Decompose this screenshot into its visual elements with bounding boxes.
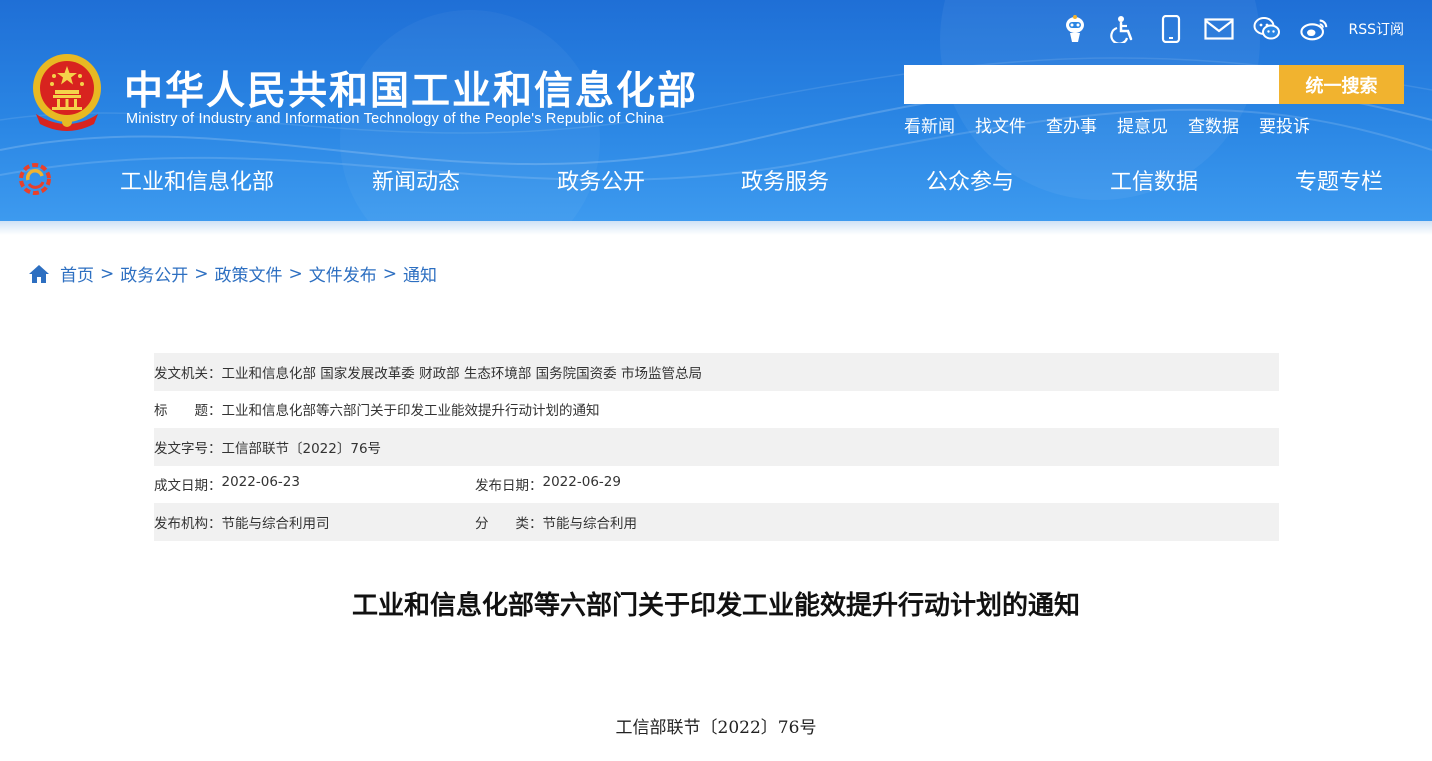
document-info-table: 发文机关： 工业和信息化部 国家发展改革委 财政部 生态环境部 国务院国资委 市…: [154, 353, 1279, 541]
breadcrumb-gov-affairs[interactable]: 政务公开: [120, 261, 188, 286]
breadcrumb-separator: >: [288, 263, 303, 284]
site-title: 中华人民共和国工业和信息化部: [124, 69, 699, 114]
robot-assistant-icon[interactable]: [1060, 14, 1090, 44]
quick-links: 看新闻 找文件 查办事 提意见 查数据 要投诉: [904, 112, 1310, 137]
article-doc-number: 工信部联节〔2022〕76号: [615, 718, 817, 738]
home-icon[interactable]: [28, 263, 50, 285]
info-row-title: 标 题： 工业和信息化部等六部门关于印发工业能效提升行动计划的通知: [154, 391, 1279, 429]
info-row-issuer: 发文机关： 工业和信息化部 国家发展改革委 财政部 生态环境部 国务院国资委 市…: [154, 353, 1279, 391]
weibo-icon[interactable]: [1300, 14, 1330, 44]
breadcrumb-home[interactable]: 首页: [60, 261, 94, 286]
search-button[interactable]: 统一搜索: [1279, 65, 1404, 104]
nav-item-ministry[interactable]: 工业和信息化部: [120, 164, 372, 196]
quick-link-news[interactable]: 看新闻: [904, 112, 955, 137]
ministry-logo-icon[interactable]: [18, 162, 52, 196]
accessibility-icon[interactable]: [1108, 14, 1138, 44]
org-value: 节能与综合利用司: [221, 515, 330, 532]
nav-item-topics[interactable]: 专题专栏: [1295, 164, 1383, 196]
quick-link-documents[interactable]: 找文件: [975, 112, 1026, 137]
breadcrumb-separator: >: [194, 263, 209, 284]
breadcrumb-policy-docs[interactable]: 政策文件: [215, 261, 283, 286]
rss-subscribe-link[interactable]: RSS订阅: [1348, 19, 1404, 39]
top-utility-bar: RSS订阅: [1060, 12, 1404, 46]
breadcrumb-notice[interactable]: 通知: [403, 261, 437, 286]
title-label: 标 题：: [154, 403, 222, 420]
quick-link-services[interactable]: 查办事: [1046, 112, 1097, 137]
category-value: 节能与综合利用: [542, 515, 638, 532]
issuer-label: 发文机关：: [154, 365, 222, 382]
category-label: 分 类：: [475, 515, 543, 532]
article-title: 工业和信息化部等六部门关于印发工业能效提升行动计划的通知: [351, 591, 1080, 621]
nav-item-news[interactable]: 新闻动态: [372, 164, 557, 196]
breadcrumb-doc-release[interactable]: 文件发布: [309, 261, 377, 286]
quick-link-data[interactable]: 查数据: [1188, 112, 1239, 137]
nav-item-services[interactable]: 政务服务: [741, 164, 926, 196]
quick-link-feedback[interactable]: 提意见: [1117, 112, 1168, 137]
mail-icon[interactable]: [1204, 14, 1235, 44]
search-bar: 统一搜索: [904, 65, 1404, 104]
org-label: 发布机构：: [154, 515, 222, 532]
title-value: 工业和信息化部等六部门关于印发工业能效提升行动计划的通知: [221, 403, 600, 420]
created-date-label: 成文日期：: [154, 478, 222, 495]
wechat-icon[interactable]: [1252, 14, 1282, 44]
national-emblem-icon: [33, 54, 101, 131]
breadcrumb-separator: >: [100, 263, 115, 284]
site-subtitle: Ministry of Industry and Information Tec…: [126, 111, 664, 127]
info-row-org: 发布机构： 节能与综合利用司 分 类： 节能与综合利用: [154, 503, 1279, 541]
published-date-label: 发布日期：: [475, 478, 543, 495]
issuer-value: 工业和信息化部 国家发展改革委 财政部 生态环境部 国务院国资委 市场监管总局: [221, 365, 702, 382]
published-date-value: 2022-06-29: [542, 474, 621, 491]
site-header: 中华人民共和国工业和信息化部 Ministry of Industry and …: [0, 0, 1432, 221]
breadcrumb: 首页 > 政务公开 > 政策文件 > 文件发布 > 通知: [28, 261, 437, 286]
info-row-docno: 发文字号： 工信部联节〔2022〕76号: [154, 428, 1279, 466]
quick-link-complaint[interactable]: 要投诉: [1259, 112, 1310, 137]
docno-label: 发文字号：: [154, 440, 222, 457]
created-date-value: 2022-06-23: [221, 474, 300, 491]
docno-value: 工信部联节〔2022〕76号: [221, 440, 382, 457]
nav-item-gov-affairs[interactable]: 政务公开: [557, 164, 741, 196]
nav-item-data[interactable]: 工信数据: [1110, 164, 1295, 196]
breadcrumb-separator: >: [382, 263, 397, 284]
mobile-icon[interactable]: [1156, 14, 1186, 44]
info-row-dates: 成文日期： 2022-06-23 发布日期： 2022-06-29: [154, 466, 1279, 504]
nav-item-participation[interactable]: 公众参与: [926, 164, 1110, 196]
main-nav: 工业和信息化部 新闻动态 政务公开 政务服务 公众参与 工信数据 专题专栏: [120, 164, 1383, 196]
search-input[interactable]: [904, 65, 1279, 104]
header-shadow: [0, 221, 1432, 235]
